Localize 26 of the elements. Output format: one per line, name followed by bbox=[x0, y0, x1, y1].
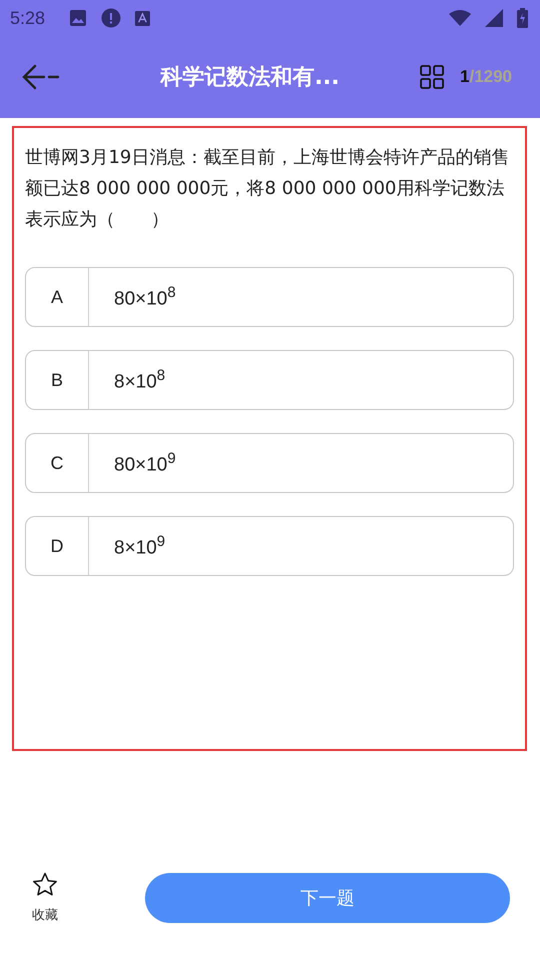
answer-option[interactable]: D 8×10$^{9}$ bbox=[25, 516, 514, 576]
alert-icon bbox=[101, 8, 122, 28]
option-text: 80×10$^{8}$ bbox=[113, 284, 176, 310]
star-icon[interactable] bbox=[32, 872, 58, 898]
signal-icon bbox=[485, 9, 503, 27]
grid-icon[interactable] bbox=[420, 65, 444, 89]
status-time: 5:28 bbox=[10, 8, 46, 28]
image-icon bbox=[69, 9, 88, 27]
option-text: 80×10$^{9}$ bbox=[113, 450, 176, 476]
answer-option[interactable]: C 80×10$^{9}$ bbox=[25, 433, 514, 493]
favorite-label[interactable]: 收藏 bbox=[32, 906, 58, 924]
option-letter: C bbox=[26, 434, 89, 492]
page-title: 科学记数法和有... bbox=[159, 64, 341, 92]
option-letter: B bbox=[26, 351, 89, 409]
question-text: 世博网3月19日消息：截至目前，上海世博会特许产品的销售额已达8 000 000 000元，将8 000 000 000用科学记数法表示应为（ ） bbox=[25, 146, 510, 232]
battery-icon bbox=[517, 8, 528, 28]
question-counter: 1/1290 bbox=[460, 67, 514, 87]
wifi-icon bbox=[449, 10, 471, 26]
font-icon bbox=[135, 10, 150, 26]
back-arrow-icon[interactable] bbox=[22, 64, 60, 90]
answer-option[interactable]: A 80×10$^{8}$ bbox=[25, 267, 514, 327]
option-letter: A bbox=[26, 268, 89, 326]
option-text: 8×10$^{9}$ bbox=[113, 532, 166, 560]
answer-option[interactable]: B 8×10$^{8}$ bbox=[25, 350, 514, 410]
option-text: 8×10$^{8}$ bbox=[113, 366, 166, 394]
option-letter: D bbox=[26, 517, 89, 575]
